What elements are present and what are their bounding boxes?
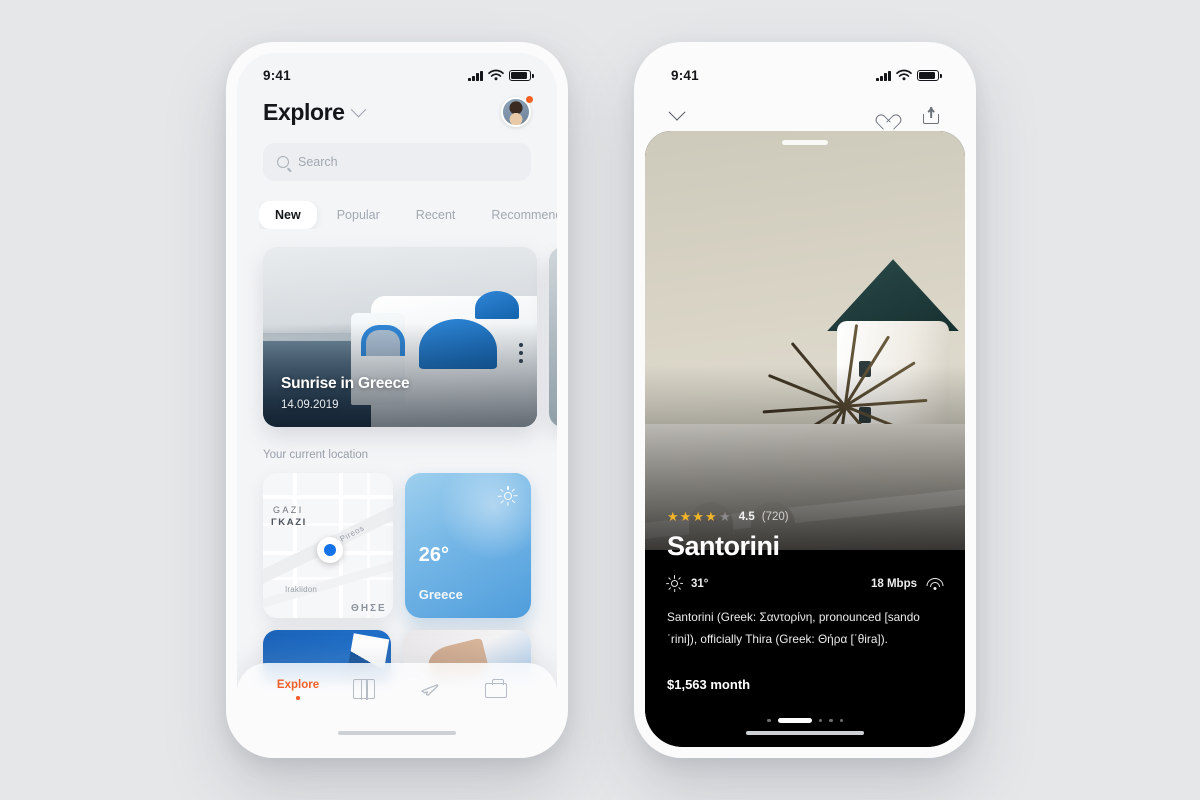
wifi-icon	[488, 69, 504, 81]
sun-icon	[497, 486, 518, 506]
hero-card-sunrise[interactable]: Sunrise in Greece 14.09.2019	[263, 247, 537, 427]
rating-row: ★★★★ ★ 4.5 (720)	[667, 509, 943, 525]
rating-value: 4.5	[738, 511, 755, 524]
notification-badge	[525, 95, 534, 104]
search-input[interactable]: Search	[298, 155, 338, 169]
map-label-area-en: GAZI	[273, 505, 304, 515]
screenshot-canvas: 9:41 Explore Search New Popular Recent R…	[0, 0, 1200, 800]
tab-recent[interactable]: Recent	[400, 201, 472, 229]
weather-place: Greece	[418, 587, 463, 602]
status-bar-detail: 9:41	[645, 53, 965, 91]
detail-temperature: 31°	[691, 577, 709, 590]
map-label-street-second: Iraklidon	[285, 585, 318, 594]
status-icons	[468, 69, 534, 81]
detail-description: Santorini (Greek: Σαντορίνη, pronounced …	[667, 610, 920, 647]
hero-carousel: Sunrise in Greece 14.09.2019	[237, 247, 557, 427]
sun-icon	[665, 575, 683, 593]
phone-screen-detail: 9:41 ★★★★ ★ 4.5 (720) Santorini 31° 18 M…	[645, 53, 965, 747]
bottom-tabbar: Explore	[237, 663, 557, 747]
chevron-down-icon[interactable]	[668, 103, 686, 121]
briefcase-icon	[485, 678, 507, 699]
tabbar-item-flights[interactable]	[402, 679, 458, 699]
tabbar-item-explore[interactable]: Explore	[270, 679, 326, 700]
page-title: Explore	[263, 98, 345, 125]
status-time: 9:41	[263, 67, 291, 83]
widgets-row: GAZI ΓΚΑΖΙ Pireos Iraklidon ΘΗΣΕ 26° Gre…	[263, 473, 531, 618]
phone-screen-explore: 9:41 Explore Search New Popular Recent R…	[237, 53, 557, 747]
map-widget[interactable]: GAZI ΓΚΑΖΙ Pireos Iraklidon ΘΗΣΕ	[263, 473, 393, 618]
detail-title: Santorini	[667, 531, 780, 562]
map-label-district: ΘΗΣΕ	[351, 603, 387, 614]
phone-device-explore: 9:41 Explore Search New Popular Recent R…	[226, 42, 568, 758]
tabbar-item-trips[interactable]	[468, 678, 524, 699]
rating-count: (720)	[761, 511, 789, 524]
status-time-detail: 9:41	[671, 67, 699, 83]
phone-device-detail: 9:41 ★★★★ ★ 4.5 (720) Santorini 31° 18 M…	[634, 42, 976, 758]
wifi-icon	[926, 577, 943, 590]
share-icon[interactable]	[923, 106, 939, 124]
section-label-location: Your current location	[263, 449, 369, 461]
detail-meta-row: 31° 18 Mbps	[665, 575, 943, 593]
sheet-grabber[interactable]	[782, 140, 828, 145]
kebab-menu-icon[interactable]	[519, 343, 523, 363]
weather-widget[interactable]: 26° Greece	[404, 473, 531, 618]
avatar-button[interactable]	[501, 95, 534, 127]
home-indicator-detail	[746, 730, 864, 735]
detail-content: ★★★★ ★ 4.5 (720) Santorini 31° 18 Mbps S…	[645, 509, 965, 747]
chevron-down-icon[interactable]	[350, 101, 366, 117]
heart-icon[interactable]	[880, 108, 897, 123]
tab-recommended[interactable]: Recommended	[475, 201, 557, 229]
hero-text: Sunrise in Greece 14.09.2019	[281, 375, 410, 411]
hero-date: 14.09.2019	[281, 399, 339, 411]
wifi-icon	[896, 69, 912, 81]
search-bar[interactable]: Search	[263, 143, 531, 181]
detail-header	[645, 91, 965, 131]
map-icon	[353, 678, 375, 700]
status-bar: 9:41	[237, 53, 557, 91]
network-speed: 18 Mbps	[870, 577, 917, 590]
battery-icon	[509, 70, 534, 81]
home-indicator	[338, 730, 456, 735]
tab-popular[interactable]: Popular	[321, 201, 396, 229]
hero-card-next[interactable]	[549, 247, 557, 427]
detail-price: $1,563 month	[667, 677, 751, 692]
plane-icon	[421, 684, 439, 697]
signal-bars-icon	[468, 70, 483, 81]
map-label-area-gr: ΓΚΑΖΙ	[271, 517, 307, 528]
search-icon	[277, 156, 289, 168]
page-indicator[interactable]	[667, 718, 943, 723]
tabbar-label-explore: Explore	[276, 679, 320, 691]
tabbar-item-map[interactable]	[336, 678, 392, 700]
tabbar-active-dot	[296, 696, 300, 700]
signal-bars-icon	[876, 70, 891, 81]
star-rating-icon: ★★★★ ★	[667, 509, 732, 525]
tab-new[interactable]: New	[259, 201, 317, 229]
status-icons-detail	[876, 69, 942, 81]
title-dropdown[interactable]: Explore	[263, 98, 366, 126]
category-tabs: New Popular Recent Recommended	[259, 201, 557, 229]
location-pin-icon	[317, 537, 343, 563]
hero-title: Sunrise in Greece	[281, 375, 410, 392]
detail-sheet: ★★★★ ★ 4.5 (720) Santorini 31° 18 Mbps S…	[645, 131, 965, 747]
explore-header: Explore	[237, 91, 557, 127]
battery-icon	[917, 70, 942, 81]
